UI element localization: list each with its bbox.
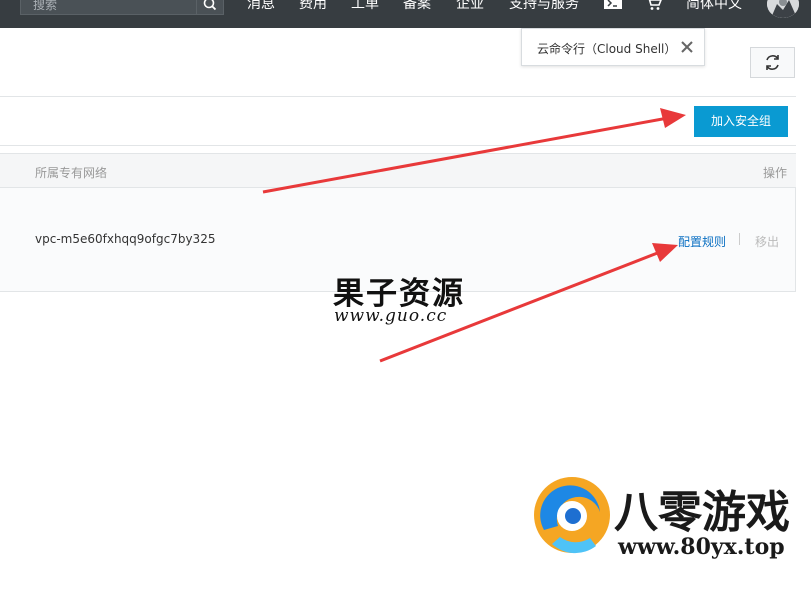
search-box — [20, 0, 224, 15]
header-actions: 操作 — [763, 166, 788, 180]
refresh-button[interactable] — [750, 47, 795, 78]
toolbar-divider — [0, 96, 796, 97]
tooltip-text: 云命令行（Cloud Shell） — [537, 42, 677, 56]
nav-messages[interactable]: 消息 — [247, 0, 275, 13]
vpc-id[interactable]: vpc-m5e60fxhqq9ofgc7by325 — [35, 232, 215, 246]
arrowhead-add-button — [660, 108, 686, 128]
watermark-baling-logo — [534, 477, 610, 554]
avatar[interactable] — [767, 0, 799, 18]
close-icon[interactable] — [680, 40, 694, 54]
top-nav-bar: 消息 费用 工单 备案 企业 支持与服务 简体中文 — [0, 0, 811, 28]
cart-icon — [648, 0, 662, 10]
search-button[interactable] — [196, 0, 223, 14]
nav-tickets[interactable]: 工单 — [351, 0, 379, 13]
action-separator — [739, 233, 740, 245]
watermark-baling-url: www.80yx.top — [618, 534, 785, 560]
configure-rules-link[interactable]: 配置规则 — [678, 233, 726, 250]
watermark-baling: 八零游戏 — [614, 487, 790, 538]
nav-enterprise[interactable]: 企业 — [456, 0, 484, 13]
toolbar-bottom-line — [0, 145, 796, 146]
terminal-icon — [604, 0, 622, 9]
language-switch[interactable]: 简体中文 — [686, 0, 742, 13]
cloud-shell-tooltip: 云命令行（Cloud Shell） — [521, 28, 705, 66]
remove-link[interactable]: 移出 — [755, 233, 779, 250]
search-input[interactable] — [21, 0, 209, 14]
add-security-group-button[interactable]: 加入安全组 — [694, 106, 788, 137]
header-vpc: 所属专有网络 — [35, 166, 108, 180]
cloud-shell-button[interactable] — [603, 0, 623, 10]
nav-support[interactable]: 支持与服务 — [509, 0, 579, 13]
table-header: 所属专有网络 操作 — [0, 153, 796, 188]
cart-button[interactable] — [645, 0, 663, 10]
search-icon — [203, 0, 217, 11]
nav-billing[interactable]: 费用 — [299, 0, 327, 13]
refresh-icon — [766, 55, 779, 70]
nav-icp[interactable]: 备案 — [403, 0, 431, 13]
watermark-guozi-url: www.guo.cc — [334, 306, 448, 326]
avatar-image — [767, 0, 799, 18]
